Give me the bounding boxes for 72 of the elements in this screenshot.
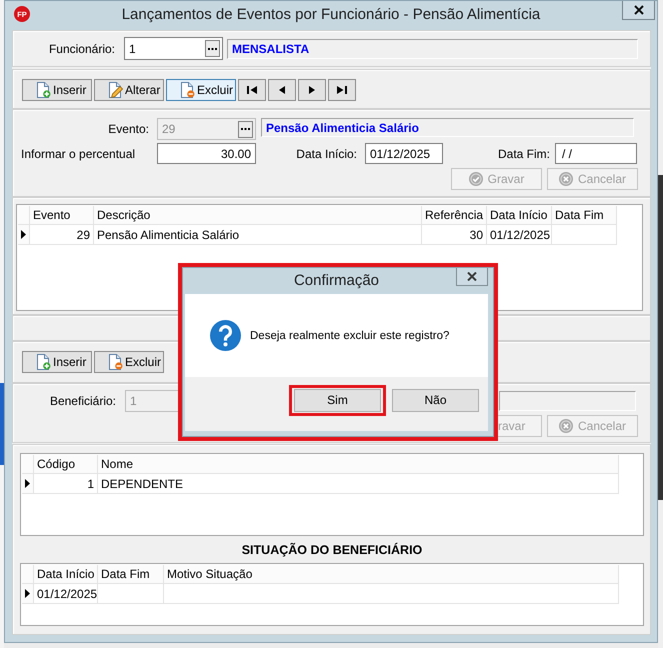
previous-button[interactable] [268, 79, 296, 101]
percent-field[interactable]: 30.00 [157, 143, 256, 164]
column-header: Referência [422, 206, 487, 225]
close-button[interactable] [622, 1, 655, 20]
skip-end-icon [337, 85, 347, 95]
table-cell: 01/12/2025 [487, 225, 552, 245]
field-label: Funcionário: [48, 42, 115, 56]
close-button[interactable] [456, 268, 488, 286]
close-icon [634, 5, 644, 15]
triangle-left-icon [277, 85, 287, 95]
page-minus-icon [179, 82, 195, 98]
delete-button[interactable]: Excluir [94, 351, 164, 373]
column-header: Nome [98, 455, 619, 474]
pointer-icon [25, 479, 30, 488]
page-minus-icon [107, 354, 123, 370]
insert-button[interactable]: Inserir [22, 79, 92, 101]
corner-cell [22, 455, 34, 474]
column-header: Data Início [34, 565, 98, 584]
table-cell: 1 [34, 474, 98, 494]
page-plus-icon [35, 82, 51, 98]
column-header: Descrição [94, 206, 422, 225]
page-pencil-icon [107, 82, 123, 98]
lookup-button[interactable] [205, 40, 220, 57]
table-cell [552, 225, 617, 245]
column-header: Evento [30, 206, 94, 225]
corner-cell [22, 565, 34, 584]
end-date-field[interactable]: / / [555, 143, 637, 164]
employee-field[interactable]: 1 [124, 37, 223, 60]
table-cell: DEPENDENTE [98, 474, 619, 494]
section-title: SITUAÇÃO DO BENEFICIÁRIO [240, 542, 424, 559]
dialog-message: Deseja realmente excluir este registro? [250, 330, 450, 342]
x-circle-icon [558, 419, 573, 433]
dialog-button[interactable]: Não [392, 388, 479, 412]
data-grid[interactable]: Código Nome 1 DEPENDENTE [20, 453, 644, 536]
table-cell: 01/12/2025 [34, 584, 98, 604]
name-field: MENSALISTA [227, 38, 638, 58]
corner-cell [18, 206, 30, 225]
table-cell: Pensão Alimenticia Salário [94, 225, 422, 245]
window-title: Lançamentos de Eventos por Funcionário - Pensão Alimentícia [120, 5, 542, 25]
edit-button[interactable]: Alterar [94, 79, 164, 101]
delete-button[interactable]: Excluir [166, 79, 236, 101]
column-header: Data Fim [552, 206, 617, 225]
x-circle-icon [558, 172, 573, 186]
name-field: Pensão Alimenticia Salário [261, 118, 634, 137]
table-cell: 30 [422, 225, 487, 245]
pointer-icon [21, 230, 26, 239]
close-icon [467, 272, 477, 281]
last-button[interactable] [328, 79, 356, 101]
field-label: Data Início: [295, 146, 357, 160]
pointer-icon [25, 589, 30, 598]
question-icon [210, 320, 241, 351]
table-cell: 29 [30, 225, 94, 245]
field-label: Beneficiário: [48, 394, 116, 408]
column-header: Código [34, 455, 98, 474]
table-cell [98, 584, 164, 604]
first-button[interactable] [238, 79, 266, 101]
insert-button[interactable]: Inserir [22, 351, 92, 373]
field-label: Informar o percentual [21, 146, 136, 160]
field-label: Data Fim: [496, 146, 550, 160]
check-circle-icon [468, 172, 483, 186]
field-label: Evento: [107, 121, 149, 138]
column-header: Data Fim [98, 565, 164, 584]
start-date-field[interactable]: 01/12/2025 [365, 143, 443, 164]
column-header: Motivo Situação [164, 565, 619, 584]
next-button[interactable] [298, 79, 326, 101]
skip-start-icon [247, 85, 257, 95]
column-header: Data Início [487, 206, 552, 225]
page-plus-icon [35, 354, 51, 370]
data-grid[interactable]: Data Início Data Fim Motivo Situação 01/12/2025 [20, 563, 644, 626]
dialog-title: Confirmação [292, 271, 380, 291]
triangle-right-icon [307, 85, 317, 95]
dialog-button[interactable]: Sim [294, 388, 381, 412]
